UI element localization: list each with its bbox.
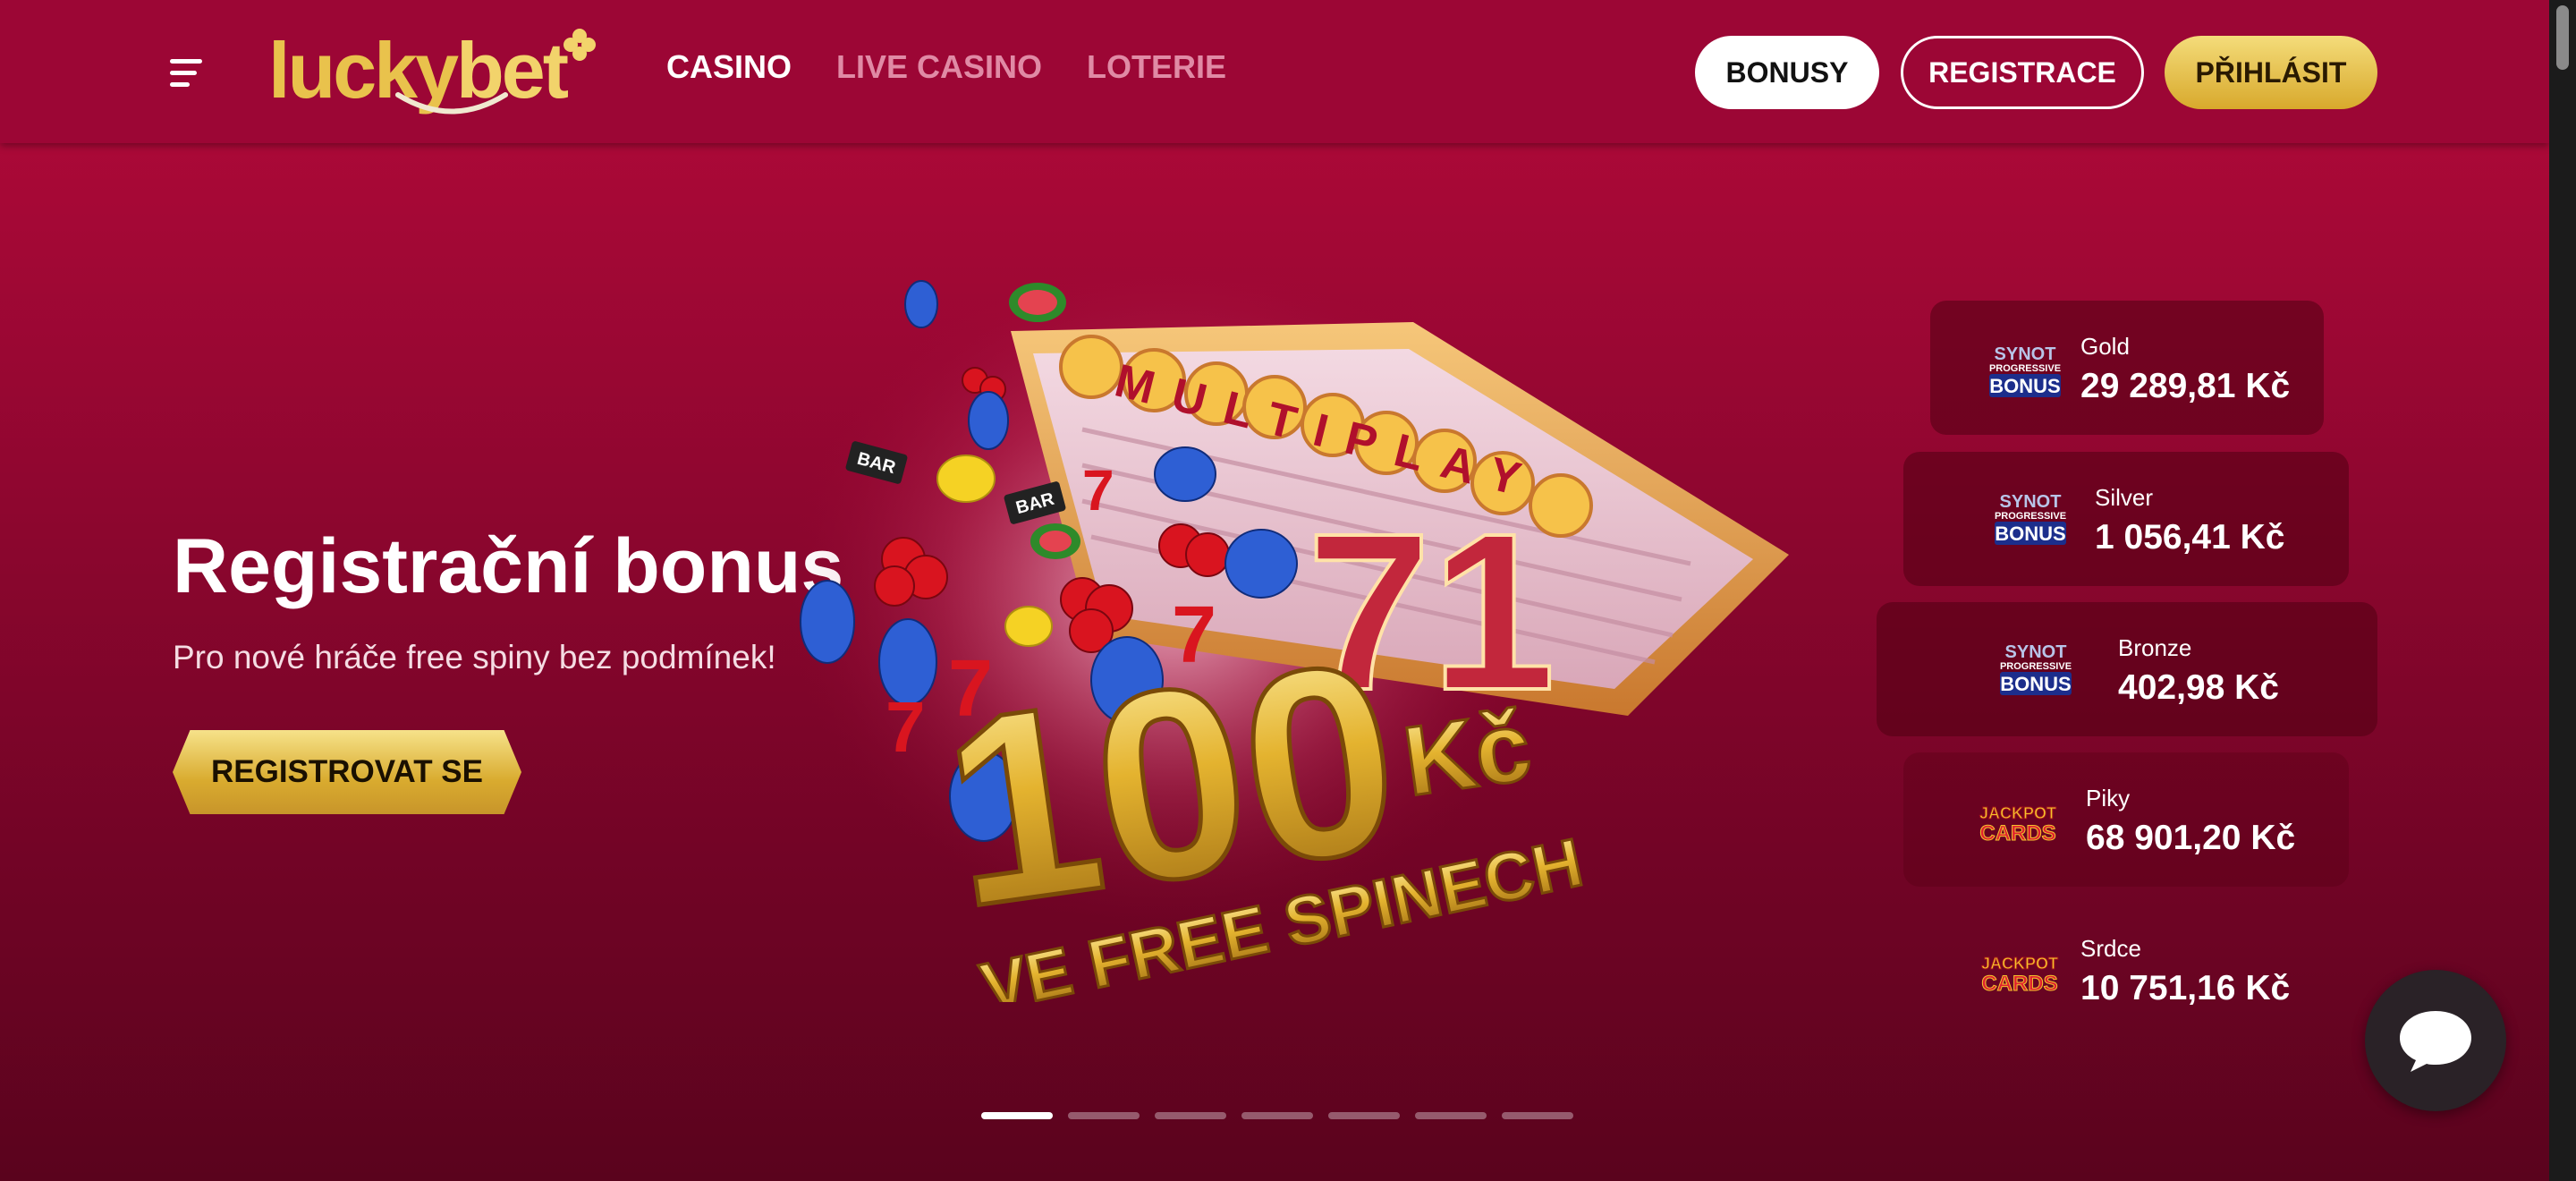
page: luckybet CASINO LIVE CASINO LOTERIE BONU… (0, 0, 2549, 1181)
slider-dot-4[interactable] (1241, 1112, 1313, 1119)
synot-progressive-bonus-logo: SYNOT PROGRESSIVE BONUS (1989, 344, 2061, 397)
jackpot-piky: JACKPOT CARDS Piky 68 901,20 Kč (1903, 752, 2349, 887)
top-navigation-bar: luckybet CASINO LIVE CASINO LOTERIE BONU… (0, 0, 2549, 143)
slider-dot-1[interactable] (981, 1112, 1053, 1119)
jackpot-name: Gold (2080, 333, 2130, 360)
hero-title: Registrační bonus (173, 523, 844, 609)
jackpot-srdce: JACKPOT CARDS Srdce 10 751,16 Kč (1930, 903, 2324, 1037)
jackpot-amount: 1 056,41 Kč (2095, 518, 2285, 557)
svg-text:PROGRESSIVE: PROGRESSIVE (2000, 661, 2072, 672)
jackpot-amount: 10 751,16 Kč (2080, 969, 2291, 1007)
multiplay-promo-banner[interactable]: MULTIPLAY 71 7 7 7 7 BAR BAR 100 Kč VE F… (787, 215, 1816, 1002)
synot-progressive-bonus-logo: SYNOT PROGRESSIVE BONUS (1995, 492, 2066, 545)
main-nav: CASINO LIVE CASINO LOTERIE (666, 48, 1226, 86)
logo-smile-curve (395, 92, 508, 115)
jackpot-amount: 29 289,81 Kč (2080, 367, 2291, 405)
chat-bubble-icon (2400, 1011, 2471, 1072)
jackpot-amount: 402,98 Kč (2118, 668, 2279, 707)
chat-button[interactable] (2365, 970, 2506, 1111)
svg-text:JACKPOT: JACKPOT (1979, 804, 2056, 822)
jackpot-gold: SYNOT PROGRESSIVE BONUS Gold 29 289,81 K… (1930, 301, 2324, 435)
slider-dot-2[interactable] (1068, 1112, 1140, 1119)
nav-loterie[interactable]: LOTERIE (1087, 48, 1226, 86)
svg-text:JACKPOT: JACKPOT (1981, 955, 2058, 973)
svg-text:PROGRESSIVE: PROGRESSIVE (1995, 511, 2066, 522)
jackpot-silver: SYNOT PROGRESSIVE BONUS Silver 1 056,41 … (1903, 452, 2349, 586)
nav-live-casino[interactable]: LIVE CASINO (836, 48, 1042, 86)
page-scrollbar[interactable] (2549, 0, 2576, 1181)
svg-text:BONUS: BONUS (1995, 523, 2065, 545)
clover-icon (564, 29, 596, 61)
jackpot-name: Silver (2095, 484, 2154, 511)
jackpot-cards-logo: JACKPOT CARDS (1980, 955, 2058, 997)
hamburger-menu-icon[interactable] (170, 59, 206, 89)
slider-pagination (981, 1112, 1573, 1119)
registrace-button[interactable]: REGISTRACE (1901, 36, 2144, 109)
svg-text:BONUS: BONUS (2000, 673, 2071, 695)
svg-text:7: 7 (886, 687, 926, 767)
svg-text:Kč: Kč (1397, 691, 1537, 817)
svg-text:BONUS: BONUS (1989, 375, 2060, 397)
jackpot-amount: 68 901,20 Kč (2086, 819, 2296, 857)
slider-dot-6[interactable] (1415, 1112, 1487, 1119)
nav-casino[interactable]: CASINO (666, 48, 792, 86)
svg-text:SYNOT: SYNOT (1995, 344, 2056, 364)
jackpot-name: Bronze (2118, 634, 2192, 661)
jackpot-bronze: SYNOT PROGRESSIVE BONUS Bronze 402,98 Kč (1877, 602, 2377, 736)
registrovat-se-button[interactable]: REGISTROVAT SE (173, 730, 521, 814)
slider-dot-7[interactable] (1502, 1112, 1573, 1119)
svg-text:CARDS: CARDS (1979, 821, 2055, 845)
jackpot-name: Piky (2086, 785, 2131, 811)
slider-dot-3[interactable] (1155, 1112, 1226, 1119)
luckybet-logo[interactable]: luckybet (268, 25, 608, 123)
svg-text:CARDS: CARDS (1981, 972, 2057, 996)
svg-text:SYNOT: SYNOT (2005, 642, 2067, 662)
hero-subtitle: Pro nové hráče free spiny bez podmínek! (173, 639, 776, 675)
jackpot-cards-logo: JACKPOT CARDS (1979, 804, 2056, 846)
jackpot-name: Srdce (2080, 935, 2141, 962)
svg-text:7: 7 (1082, 458, 1114, 523)
svg-text:PROGRESSIVE: PROGRESSIVE (1989, 363, 2061, 374)
scrollbar-thumb[interactable] (2556, 5, 2569, 70)
prihlasit-button[interactable]: PŘIHLÁSIT (2165, 36, 2377, 109)
bonusy-button[interactable]: BONUSY (1695, 36, 1879, 109)
slider-dot-5[interactable] (1328, 1112, 1400, 1119)
svg-text:SYNOT: SYNOT (2000, 492, 2062, 512)
synot-progressive-bonus-logo: SYNOT PROGRESSIVE BONUS (2000, 642, 2072, 695)
